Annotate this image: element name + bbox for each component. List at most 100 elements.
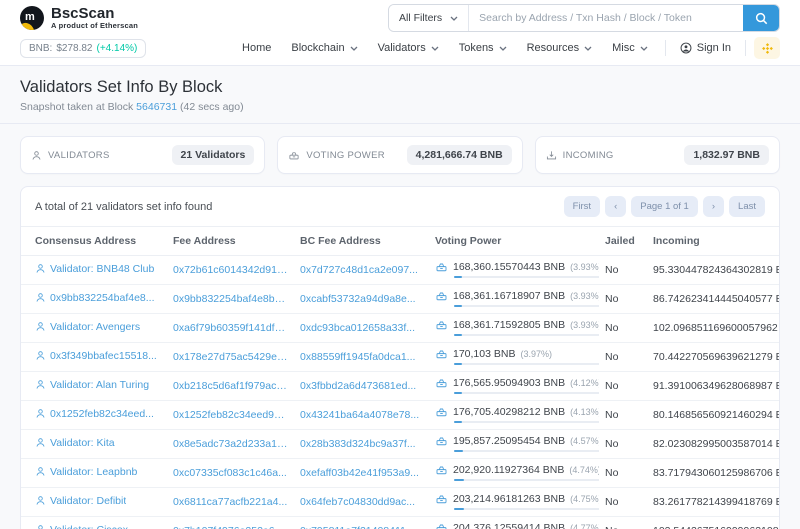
- consensus-address-link[interactable]: Validator: Avengers: [35, 321, 140, 333]
- bc-fee-address-link[interactable]: 0x795811a7f21408411...: [300, 525, 415, 529]
- stats-row: VALIDATORS 21 Validators VOTING POWER 4,…: [20, 136, 780, 174]
- bc-fee-address-link[interactable]: 0x64feb7c04830dd9ac...: [300, 496, 415, 508]
- jailed-value: No: [599, 458, 647, 488]
- fee-address-link-text: 0x6811ca77acfb221a4...: [173, 496, 288, 508]
- bc-fee-address-link[interactable]: 0x7d727c48d1ca2e097...: [300, 264, 418, 276]
- fee-address-link[interactable]: 0x7b107f4976a252a69...: [173, 525, 288, 529]
- fee-address-link[interactable]: 0x6811ca77acfb221a4...: [173, 496, 287, 508]
- snapshot-info: Snapshot taken at Block 5646731 (42 secs…: [20, 101, 780, 113]
- jailed-value: No: [599, 487, 647, 517]
- consensus-address-link[interactable]: 0x1252feb82c34eed...: [35, 408, 154, 420]
- consensus-address-link[interactable]: Validator: Kita: [35, 437, 115, 449]
- pagination-next-button[interactable]: ›: [702, 196, 725, 217]
- bc-fee-address-link-text: 0x28b383d324bc9a37f...: [300, 438, 416, 450]
- voting-power-percent: (3.93%): [570, 320, 599, 330]
- header-divider: [0, 123, 800, 124]
- nav-item-tokens[interactable]: Tokens: [450, 38, 516, 58]
- bnb-price-change: (+4.14%): [96, 42, 138, 54]
- consensus-address-link[interactable]: Validator: Ciscox: [35, 524, 128, 529]
- vote-icon: [435, 319, 448, 331]
- bc-fee-address-link-text: 0x43241ba64a4078e78...: [300, 409, 420, 421]
- table-summary: A total of 21 validators set info found: [35, 200, 213, 213]
- consensus-address-link[interactable]: Validator: Defibit: [35, 495, 126, 507]
- vote-icon: [288, 150, 300, 161]
- consensus-address-link[interactable]: 0x3f349bbafec15518...: [35, 350, 157, 362]
- nav-item-blockchain[interactable]: Blockchain: [282, 38, 366, 58]
- validators-table-card: A total of 21 validators set info found …: [20, 186, 780, 529]
- voting-power-stat-label: VOTING POWER: [306, 149, 385, 161]
- incoming-value: 102.096851169600057962 BNB: [647, 313, 779, 343]
- voting-power-value: 168,360.15570443 BNB: [453, 261, 566, 273]
- bnb-price-label: BNB:: [29, 42, 53, 54]
- fee-address-link[interactable]: 0xa6f79b60359f141df9...: [173, 322, 288, 334]
- voting-power-bar: [454, 305, 599, 307]
- search-input[interactable]: [469, 5, 743, 31]
- consensus-address-link[interactable]: Validator: BNB48 Club: [35, 263, 154, 275]
- top-bar: m BscScan A product of Etherscan All Fil…: [0, 0, 800, 34]
- nav-item-home[interactable]: Home: [233, 38, 280, 58]
- consensus-address-link[interactable]: Validator: Alan Turing: [35, 379, 149, 391]
- bnb-price-chip[interactable]: BNB: $278.82 (+4.14%): [20, 38, 147, 58]
- incoming-stat-label: INCOMING: [562, 149, 614, 161]
- voting-power-percent: (4.74%): [569, 465, 599, 475]
- fee-address-link[interactable]: 0x1252feb82c34eed90...: [173, 409, 288, 421]
- binance-chain-button[interactable]: [754, 37, 780, 59]
- bc-fee-address-link[interactable]: 0x28b383d324bc9a37f...: [300, 438, 416, 450]
- search-filter-label: All Filters: [399, 12, 443, 24]
- table-row: Validator: Kita 0x8e5adc73a2d233a1b... 0x2…: [21, 429, 779, 459]
- bc-fee-address-link[interactable]: 0xcabf53732a94d9a8e...: [300, 293, 416, 305]
- col-voting-power: Voting Power: [429, 226, 599, 256]
- block-number-link[interactable]: 5646731: [136, 101, 177, 113]
- bscscan-logo[interactable]: m BscScan A product of Etherscan: [20, 5, 138, 30]
- fee-address-link-text: 0x8e5adc73a2d233a1b...: [173, 438, 288, 450]
- pagination-first-button[interactable]: First: [563, 196, 601, 217]
- fee-address-link[interactable]: 0x72b61c6014342d914...: [173, 264, 288, 276]
- search-icon: [755, 12, 768, 25]
- bc-fee-address-link-text: 0x88559ff1945fa0dca1...: [300, 351, 416, 363]
- validators-stat-card: VALIDATORS 21 Validators: [20, 136, 266, 174]
- page-title: Validators Set Info By Block: [20, 78, 223, 96]
- consensus-address-link[interactable]: Validator: Leapbnb: [35, 466, 137, 478]
- nav-item-validators[interactable]: Validators: [369, 38, 448, 58]
- bc-fee-address-link-text: 0xefaff03b42e41f953a9...: [300, 467, 419, 479]
- table-row: 0x3f349bbafec15518... 0x178e27d75ac5429e7…: [21, 342, 779, 372]
- user-icon: [35, 466, 46, 477]
- user-icon: [35, 350, 46, 361]
- bc-fee-address-link[interactable]: 0x3fbbd2a6d473681ed...: [300, 380, 416, 392]
- col-jailed: Jailed: [599, 226, 647, 256]
- consensus-address-link-text: Validator: Defibit: [50, 494, 127, 507]
- voting-power-percent: (4.75%): [570, 494, 599, 504]
- bc-fee-address-link[interactable]: 0xdc93bca012658a33f...: [300, 322, 415, 334]
- fee-address-link[interactable]: 0x178e27d75ac5429e7...: [173, 351, 288, 363]
- nav-item-misc[interactable]: Misc: [603, 38, 657, 58]
- consensus-address-link-text: Validator: Kita: [50, 436, 115, 449]
- voting-power-bar: [454, 334, 599, 336]
- nav-item-resources[interactable]: Resources: [518, 38, 602, 58]
- pagination-last-button[interactable]: Last: [729, 196, 765, 217]
- incoming-value: 82.023082995003587014 BNB: [647, 429, 779, 459]
- nav-item-label: Resources: [526, 42, 580, 54]
- bc-fee-address-link[interactable]: 0x88559ff1945fa0dca1...: [300, 351, 415, 363]
- consensus-address-link[interactable]: 0x9bb832254baf4e8...: [35, 292, 155, 304]
- col-fee-address: Fee Address: [167, 226, 294, 256]
- consensus-address-link-text: 0x1252feb82c34eed...: [50, 407, 154, 420]
- bc-fee-address-link[interactable]: 0x43241ba64a4078e78...: [300, 409, 419, 421]
- voting-power-percent: (4.12%): [570, 378, 599, 388]
- vote-icon: [435, 493, 448, 505]
- nav-item-label: Home: [242, 42, 272, 54]
- fee-address-link[interactable]: 0x9bb832254baf4e8b4...: [173, 293, 288, 305]
- consensus-address-link-text: Validator: BNB48 Club: [50, 262, 155, 275]
- fee-address-link[interactable]: 0xc07335cf083c1c46a...: [173, 467, 287, 479]
- user-icon: [35, 437, 46, 448]
- bc-fee-address-link[interactable]: 0xefaff03b42e41f953a9...: [300, 467, 419, 479]
- pagination-prev-button[interactable]: ‹: [605, 196, 627, 217]
- fee-address-link[interactable]: 0x8e5adc73a2d233a1b...: [173, 438, 288, 450]
- fee-address-link[interactable]: 0xb218c5d6af1f979ac4...: [173, 380, 288, 392]
- search-button[interactable]: [743, 5, 779, 31]
- sign-in-button[interactable]: Sign In: [674, 38, 737, 58]
- incoming-stat-card: INCOMING 1,832.97 BNB: [534, 136, 780, 174]
- nav-separator: [664, 40, 666, 56]
- consensus-address-link-text: 0x3f349bbafec15518...: [50, 349, 157, 362]
- nav-item-label: Blockchain: [291, 42, 345, 54]
- search-filter-dropdown[interactable]: All Filters: [389, 5, 470, 31]
